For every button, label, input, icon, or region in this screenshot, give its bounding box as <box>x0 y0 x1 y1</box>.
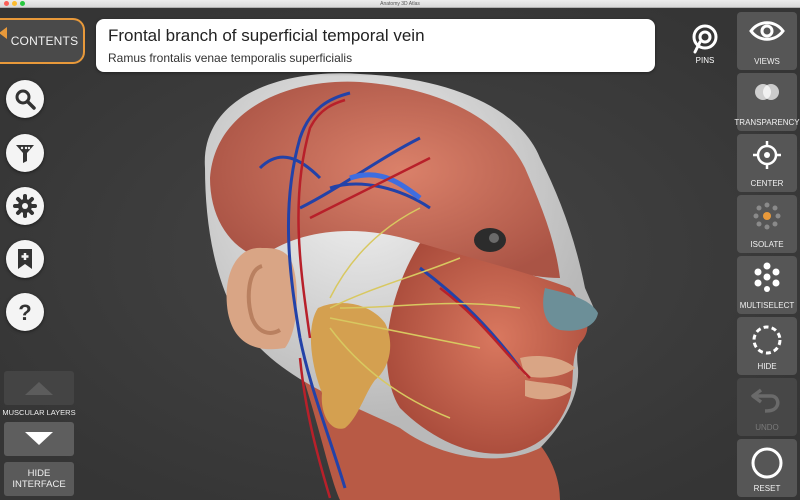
layer-down-button[interactable] <box>4 422 74 456</box>
bookmark-add-button[interactable] <box>6 240 44 278</box>
contents-button[interactable]: CONTENTS <box>0 18 85 64</box>
pins-label: PINS <box>695 56 715 65</box>
search-icon <box>15 89 36 110</box>
undo-icon <box>751 388 780 413</box>
settings-button[interactable] <box>6 187 44 225</box>
views-button[interactable]: VIEWS <box>737 12 797 70</box>
reset-button[interactable]: RESET <box>737 439 797 497</box>
filter-button[interactable] <box>6 134 44 172</box>
window-title: Anatomy 3D Atlas <box>380 1 420 7</box>
crosshair-icon <box>753 141 781 169</box>
triangle-down-icon <box>25 432 53 445</box>
filter-icon <box>16 145 34 163</box>
search-button[interactable] <box>6 80 44 118</box>
ear[interactable] <box>226 247 297 350</box>
hide-icon <box>752 325 782 355</box>
center-label: CENTER <box>750 179 784 188</box>
3d-viewport[interactable] <box>0 8 800 500</box>
structure-latin-name: Ramus frontalis venae temporalis superfi… <box>108 51 353 65</box>
isolate-icon <box>753 202 781 230</box>
isolate-button[interactable]: ISOLATE <box>737 195 797 253</box>
eye-icon <box>749 21 785 41</box>
reset-label: RESET <box>753 484 781 493</box>
muscular-layers-label: MUSCULAR LAYERS <box>2 408 76 417</box>
isolate-label: ISOLATE <box>750 240 784 249</box>
hide-label: HIDE <box>757 362 777 371</box>
triangle-up-icon <box>25 382 53 395</box>
structure-english-name: Frontal branch of superficial temporal v… <box>108 26 425 45</box>
undo-label: UNDO <box>755 423 779 432</box>
help-icon: ? <box>18 300 31 324</box>
structure-label-panel: Frontal branch of superficial temporal v… <box>96 19 655 72</box>
back-arrow-icon <box>0 27 7 39</box>
svg-text:?: ? <box>18 300 31 324</box>
views-label: VIEWS <box>754 57 780 66</box>
transparency-label: TRANSPARENCY <box>734 118 800 127</box>
head-anatomy-model[interactable] <box>0 8 800 500</box>
multiselect-button[interactable]: MULTISELECT <box>737 256 797 314</box>
help-button[interactable]: ? <box>6 293 44 331</box>
bookmark-add-icon <box>18 249 32 269</box>
transparency-button[interactable]: TRANSPARENCY <box>734 73 800 131</box>
center-button[interactable]: CENTER <box>737 134 797 192</box>
multiselect-icon <box>754 262 780 292</box>
multiselect-label: MULTISELECT <box>739 301 795 310</box>
hide-button[interactable]: HIDE <box>737 317 797 375</box>
contents-label: CONTENTS <box>10 34 79 48</box>
pin-icon <box>692 24 718 54</box>
gear-icon <box>13 194 37 218</box>
undo-button[interactable]: UNDO <box>737 378 797 436</box>
pins-button[interactable]: PINS <box>688 24 722 72</box>
hide-interface-button[interactable]: HIDE INTERFACE <box>4 462 74 496</box>
window-titlebar: Anatomy 3D Atlas <box>0 0 800 8</box>
layer-up-button[interactable] <box>4 371 74 405</box>
reset-icon <box>751 447 783 479</box>
transparency-icon <box>755 84 779 100</box>
